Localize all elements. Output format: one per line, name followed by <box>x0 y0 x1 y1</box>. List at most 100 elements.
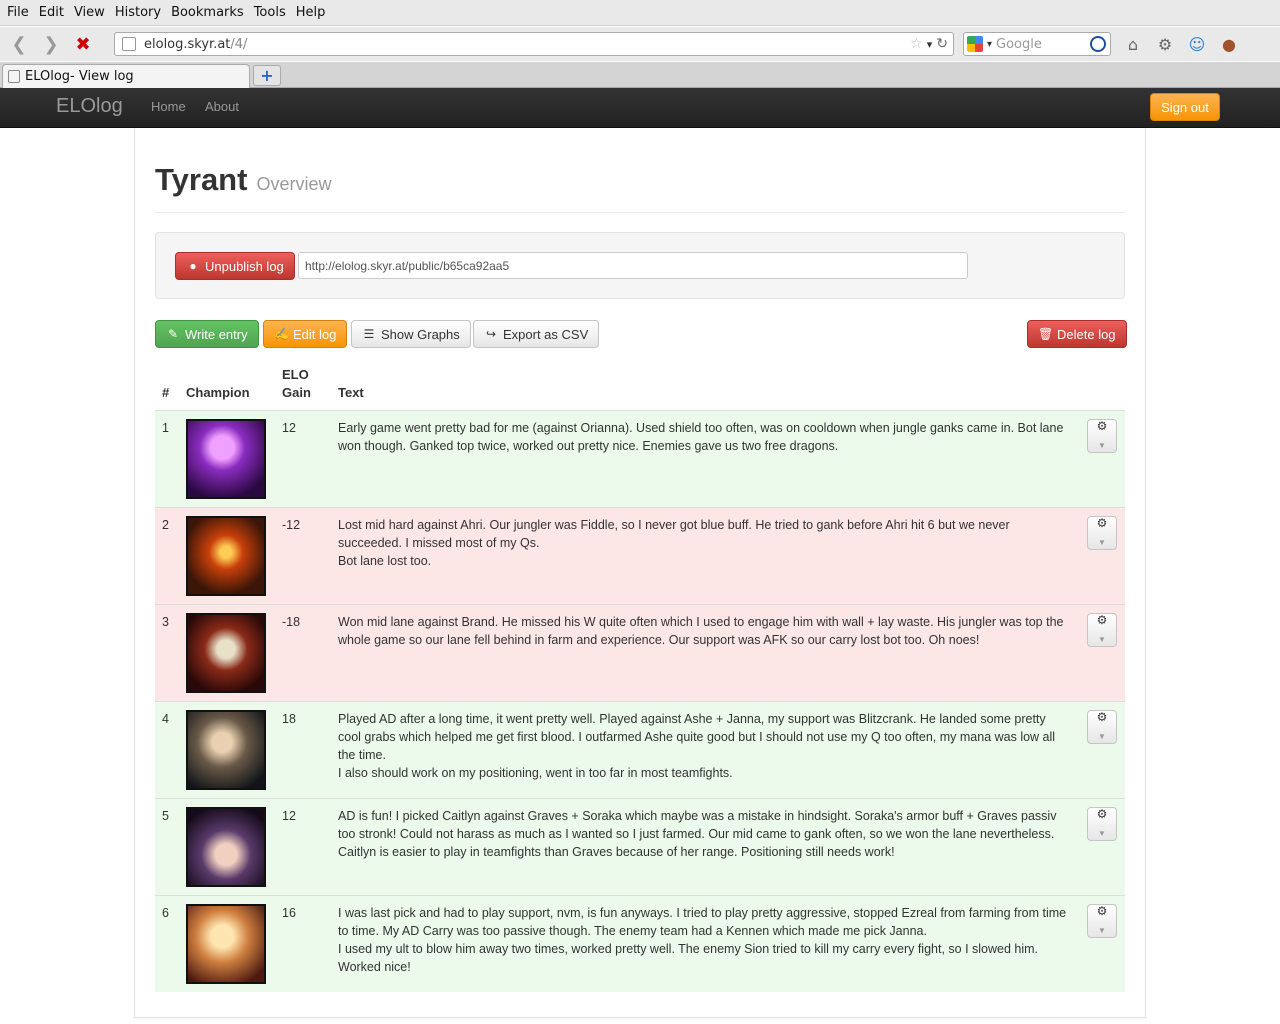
search-icon[interactable] <box>1090 36 1106 52</box>
address-text[interactable]: elolog.skyr.at/4/ <box>144 37 910 52</box>
entry-paragraph: I was last pick and had to play support,… <box>338 906 1067 938</box>
export-csv-label: Export as CSV <box>503 326 589 342</box>
entry-paragraph: I used my ult to blow him away two times… <box>338 942 1039 974</box>
champion-portrait <box>186 516 266 596</box>
row-actions-button[interactable]: ⚙ ▼ <box>1087 807 1117 841</box>
champion-cell <box>179 410 275 508</box>
export-csv-button[interactable]: ↪ Export as CSV <box>473 320 600 348</box>
log-table: # Champion ELO Gain Text 1 12 Early game w… <box>155 362 1125 992</box>
row-number: 4 <box>155 701 179 799</box>
champion-cell <box>179 701 275 799</box>
home-icon[interactable]: ⌂ <box>1122 33 1144 55</box>
delete-log-button[interactable]: 🗑 Delete log <box>1027 320 1127 348</box>
public-url-field[interactable]: http://elolog.skyr.at/public/b65ca92aa5 <box>298 252 968 279</box>
row-actions-button[interactable]: ⚙ ▼ <box>1087 516 1117 550</box>
main-container: Tyrant Overview ● Unpublish log http://e… <box>134 128 1146 1018</box>
actions-cell: ⚙ ▼ <box>1080 604 1125 702</box>
menu-file[interactable]: File <box>2 5 34 20</box>
toolbar-icons: ⌂ ⚙ ☺ ● <box>1122 33 1240 55</box>
header-divider <box>155 212 1125 213</box>
bookmark-star-icon[interactable]: ☆ <box>910 36 923 52</box>
champion-portrait <box>186 419 266 499</box>
page-icon <box>8 70 20 83</box>
row-number: 5 <box>155 798 179 896</box>
stop-icon[interactable]: ✖ <box>70 31 96 57</box>
google-icon[interactable] <box>967 36 983 52</box>
nav-about[interactable]: About <box>205 99 239 114</box>
entry-text: AD is fun! I picked Caitlyn against Grav… <box>331 798 1080 896</box>
menu-bookmarks[interactable]: Bookmarks <box>166 5 249 20</box>
champion-cell <box>179 798 275 896</box>
ghost-icon[interactable]: ☺ <box>1186 33 1208 55</box>
row-number: 3 <box>155 604 179 702</box>
table-header-row: # Champion ELO Gain Text <box>155 362 1125 411</box>
tab-elolog[interactable]: ELOlog- View log <box>2 64 250 88</box>
search-bar[interactable]: ▾ Google <box>963 32 1111 56</box>
table-row: 3 -18 Won mid lane against Brand. He misse… <box>155 604 1125 702</box>
brand-logo[interactable]: ELOlog <box>56 95 123 118</box>
menu-tools[interactable]: Tools <box>249 5 291 20</box>
gear-icon: ⚙ <box>1096 516 1108 530</box>
caret-down-icon: ▼ <box>1098 441 1106 450</box>
menu-view[interactable]: View <box>69 5 110 20</box>
elo-gain: 12 <box>275 410 331 508</box>
edit-log-button[interactable]: ✍ Edit log <box>263 320 348 348</box>
table-row: 1 12 Early game went pretty bad for me (ag… <box>155 410 1125 508</box>
show-graphs-button[interactable]: ☰ Show Graphs <box>351 320 471 348</box>
tab-title: ELOlog- View log <box>25 69 134 84</box>
elo-gain: -12 <box>275 507 331 605</box>
edit-log-label: Edit log <box>293 326 337 342</box>
actions-cell: ⚙ ▼ <box>1080 507 1125 605</box>
history-dropdown-icon[interactable]: ▾ <box>927 38 933 51</box>
col-elo-gain: ELO Gain <box>275 362 331 411</box>
champion-portrait <box>186 904 266 984</box>
forward-icon[interactable]: ❯ <box>38 31 64 57</box>
caret-down-icon: ▼ <box>1098 829 1106 838</box>
browser-toolbar: ❮ ❯ ✖ elolog.skyr.at/4/ ☆ ▾ ↻ ▾ Google ⌂… <box>0 27 1280 61</box>
write-entry-button[interactable]: ✎ Write entry <box>155 320 259 348</box>
back-icon[interactable]: ❮ <box>6 31 32 57</box>
edit-icon: ✍ <box>274 327 289 341</box>
row-actions-button[interactable]: ⚙ ▼ <box>1087 419 1117 453</box>
entry-paragraph: Early game went pretty bad for me (again… <box>338 421 1064 453</box>
table-row: 5 12 AD is fun! I picked Caitlyn against G… <box>155 798 1125 896</box>
entry-paragraph: Won mid lane against Brand. He missed hi… <box>338 615 1064 647</box>
champion-portrait <box>186 613 266 693</box>
entry-text: I was last pick and had to play support,… <box>331 895 1080 992</box>
unpublish-button[interactable]: ● Unpublish log <box>175 252 295 280</box>
caret-down-icon: ▼ <box>1098 732 1106 741</box>
addon-icon[interactable]: ⚙ <box>1154 33 1176 55</box>
menu-help[interactable]: Help <box>291 5 331 20</box>
champion-cell <box>179 895 275 992</box>
page-subtitle: Overview <box>256 174 332 194</box>
address-bar[interactable]: elolog.skyr.at/4/ ☆ ▾ ↻ <box>114 32 954 56</box>
trash-icon: 🗑 <box>1038 327 1054 341</box>
signout-button[interactable]: Sign out <box>1150 93 1220 121</box>
site-identity-icon[interactable] <box>122 37 136 51</box>
row-actions-button[interactable]: ⚙ ▼ <box>1087 613 1117 647</box>
entry-paragraph: AD is fun! I picked Caitlyn against Grav… <box>338 809 1057 859</box>
search-input[interactable]: Google <box>996 37 1090 52</box>
gear-icon: ⚙ <box>1096 613 1108 627</box>
new-tab-button[interactable]: + <box>253 65 281 86</box>
entry-text: Lost mid hard against Ahri. Our jungler … <box>331 507 1080 605</box>
table-row: 2 -12 Lost mid hard against Ahri. Our jung… <box>155 507 1125 605</box>
write-entry-label: Write entry <box>185 326 248 342</box>
gear-icon: ⚙ <box>1096 807 1108 821</box>
search-engine-dropdown-icon[interactable]: ▾ <box>987 39 992 50</box>
table-row: 6 16 I was last pick and had to play suppo… <box>155 895 1125 992</box>
row-actions-button[interactable]: ⚙ ▼ <box>1087 904 1117 938</box>
reload-icon[interactable]: ↻ <box>936 36 948 52</box>
actions-cell: ⚙ ▼ <box>1080 701 1125 799</box>
gear-icon: ⚙ <box>1096 904 1108 918</box>
col-actions <box>1080 362 1125 411</box>
menu-history[interactable]: History <box>110 5 166 20</box>
nav-home[interactable]: Home <box>151 99 186 114</box>
globe-icon: ● <box>189 259 197 273</box>
actions-cell: ⚙ ▼ <box>1080 410 1125 508</box>
row-actions-button[interactable]: ⚙ ▼ <box>1087 710 1117 744</box>
monkey-icon[interactable]: ● <box>1218 33 1240 55</box>
plus-icon: + <box>260 66 274 85</box>
col-text: Text <box>331 362 1080 411</box>
menu-edit[interactable]: Edit <box>34 5 69 20</box>
